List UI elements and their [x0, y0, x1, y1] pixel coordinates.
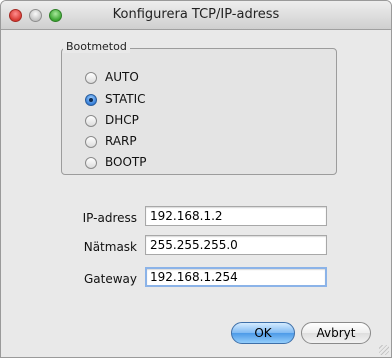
- resize-grip-icon[interactable]: [379, 345, 389, 355]
- radio-label: STATIC: [105, 92, 146, 106]
- title-bar[interactable]: Konfigurera TCP/IP-adress: [1, 1, 391, 30]
- radio-label: DHCP: [105, 113, 139, 127]
- gateway-field[interactable]: [145, 267, 327, 287]
- ip-address-field[interactable]: [145, 206, 327, 226]
- radio-button[interactable]: [85, 136, 97, 148]
- radio-button[interactable]: [85, 115, 97, 127]
- cancel-button[interactable]: Avbryt: [301, 322, 371, 344]
- dialog-window: Konfigurera TCP/IP-adress Bootmetod AUTO…: [0, 0, 392, 358]
- radio-button-selected[interactable]: [85, 94, 97, 106]
- bootmethod-legend: Bootmetod: [63, 40, 130, 53]
- radio-button[interactable]: [85, 157, 97, 169]
- radio-label: BOOTP: [105, 155, 147, 169]
- window-title: Konfigurera TCP/IP-adress: [112, 7, 280, 22]
- radio-button[interactable]: [85, 72, 97, 84]
- netmask-label: Nätmask: [83, 240, 137, 254]
- gateway-label: Gateway: [83, 272, 137, 286]
- ip-address-label: IP-adress: [82, 211, 137, 225]
- netmask-field[interactable]: [145, 235, 327, 255]
- radio-label: AUTO: [105, 70, 139, 84]
- radio-label: RARP: [105, 134, 137, 148]
- bootmethod-group: [61, 48, 337, 175]
- ok-button[interactable]: OK: [231, 322, 295, 344]
